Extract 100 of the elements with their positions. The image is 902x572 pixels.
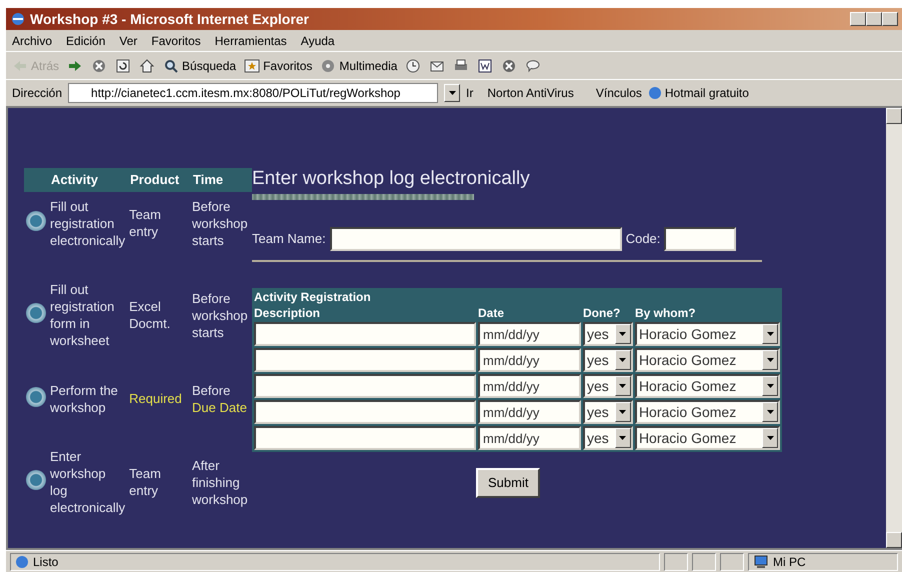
window-title: Workshop #3 - Microsoft Internet Explorer xyxy=(30,10,310,29)
date-field[interactable]: mm/dd/yy xyxy=(478,374,582,398)
caret-icon xyxy=(619,332,626,336)
caret-icon xyxy=(766,332,774,336)
menu-item[interactable]: Favoritos xyxy=(151,32,201,50)
zone-text: Mi PC xyxy=(773,554,806,570)
clock-button[interactable] xyxy=(405,58,422,74)
person-dropdown[interactable]: Horacio Gomez xyxy=(634,348,780,372)
product-text: Team entry xyxy=(127,192,190,280)
search-button[interactable]: Búsqueda xyxy=(163,56,236,74)
done-dropdown[interactable]: yes xyxy=(583,374,633,398)
status-text: Listo xyxy=(33,554,58,570)
vertical-scrollbar[interactable] xyxy=(886,108,902,548)
person-dropdown[interactable]: Horacio Gomez xyxy=(634,322,780,346)
status-pane xyxy=(664,552,688,570)
column-header: Product xyxy=(127,168,190,192)
column-header: Activity xyxy=(48,168,128,192)
time-text: Before xyxy=(192,382,232,399)
search-icon xyxy=(163,58,180,74)
caret-icon xyxy=(766,436,774,440)
document-button[interactable] xyxy=(477,58,494,74)
date-field[interactable]: mm/dd/yy xyxy=(478,322,582,346)
dropdown-button[interactable] xyxy=(444,84,460,102)
description-field[interactable] xyxy=(254,426,476,450)
caret-icon xyxy=(766,384,774,388)
time-text: Before workshop starts xyxy=(192,198,249,249)
refresh-button[interactable] xyxy=(115,58,132,74)
table-title: Activity Registration xyxy=(254,290,372,304)
refresh-icon xyxy=(115,58,132,74)
caret-icon xyxy=(619,436,626,440)
caret-icon xyxy=(448,91,456,95)
caret-icon xyxy=(766,410,774,414)
media-button[interactable]: Multimedia xyxy=(320,56,398,74)
product-text: Required xyxy=(128,390,183,408)
home-button[interactable] xyxy=(139,58,156,74)
column-header: Done? xyxy=(583,306,622,320)
menu-item[interactable]: Archivo xyxy=(12,32,52,50)
caret-icon xyxy=(766,358,774,362)
column-header: By whom? xyxy=(634,306,697,320)
computer-icon xyxy=(753,554,769,568)
home-icon xyxy=(139,58,156,74)
address-label: Dirección xyxy=(12,85,62,102)
column-header: Description xyxy=(254,306,322,320)
address-field[interactable]: http://cianetec1.ccm.itesm.mx:8080/POLiTut/regWorkshop xyxy=(68,83,438,103)
date-field[interactable]: mm/dd/yy xyxy=(478,426,582,450)
speech-bubble-icon xyxy=(525,58,542,74)
speech-bubble-button[interactable] xyxy=(525,58,542,74)
activity-text: Perform the workshop xyxy=(49,382,119,417)
column-header: Date xyxy=(478,306,506,320)
product-text: Excel Docmt. xyxy=(128,298,172,334)
maximize-button[interactable] xyxy=(866,12,882,26)
close-button[interactable] xyxy=(501,58,518,74)
stop-icon xyxy=(91,58,108,74)
done-dropdown[interactable]: yes xyxy=(583,348,633,372)
description-field[interactable] xyxy=(254,348,476,372)
caret-icon xyxy=(619,358,626,362)
stop-button[interactable] xyxy=(91,58,108,74)
activity-text: Enter workshop log electronically xyxy=(49,448,126,518)
product-text: Team entry xyxy=(128,465,162,500)
document-icon xyxy=(477,58,494,74)
caret-icon xyxy=(619,410,626,414)
antivirus-button[interactable]: Norton AntiVirus xyxy=(487,84,574,102)
activity-text: Fill out registration electronically xyxy=(48,192,128,280)
activity-text: Fill out registration form in worksheet xyxy=(49,281,116,350)
team-name-field[interactable] xyxy=(330,227,622,251)
menu-item[interactable]: Herramientas xyxy=(214,32,287,50)
date-field[interactable]: mm/dd/yy xyxy=(478,348,582,372)
menu-item[interactable]: Ayuda xyxy=(300,32,335,50)
code-label: Code: xyxy=(626,230,660,248)
done-dropdown[interactable]: yes xyxy=(583,322,633,346)
submit-button[interactable]: Submit xyxy=(476,468,540,498)
column-header: Time xyxy=(190,168,252,192)
ie-logo-icon xyxy=(10,11,26,27)
form-title: Enter workshop log electronically xyxy=(252,168,531,190)
caret-icon xyxy=(619,384,626,388)
links-label: Vínculos xyxy=(596,85,642,102)
person-dropdown[interactable]: Horacio Gomez xyxy=(634,374,780,398)
date-field[interactable]: mm/dd/yy xyxy=(478,400,582,424)
code-field[interactable] xyxy=(664,227,736,251)
person-dropdown[interactable]: Horacio Gomez xyxy=(634,426,780,450)
menu-item[interactable]: Edición xyxy=(66,32,106,50)
link-button[interactable]: Hotmail gratuito xyxy=(648,84,749,102)
description-field[interactable] xyxy=(254,374,476,398)
team-name-label: Team Name: xyxy=(252,230,326,248)
close-button[interactable] xyxy=(882,12,898,26)
time-text: After finishing workshop xyxy=(192,456,249,508)
status-pane xyxy=(692,552,716,570)
favorites-button[interactable]: Favoritos xyxy=(244,56,312,74)
menu-item[interactable]: Ver xyxy=(119,32,138,50)
description-field[interactable] xyxy=(254,400,476,424)
person-dropdown[interactable]: Horacio Gomez xyxy=(634,400,780,424)
deadline-text: Due Date xyxy=(192,398,248,416)
done-dropdown[interactable]: yes xyxy=(583,426,633,450)
description-field[interactable] xyxy=(254,322,476,346)
done-dropdown[interactable]: yes xyxy=(583,400,633,424)
time-text: Before workshop starts xyxy=(192,290,249,341)
minimize-button[interactable] xyxy=(850,12,866,26)
status-pane xyxy=(720,552,744,570)
close-icon xyxy=(501,58,518,74)
go-button[interactable]: Ir xyxy=(466,84,474,102)
